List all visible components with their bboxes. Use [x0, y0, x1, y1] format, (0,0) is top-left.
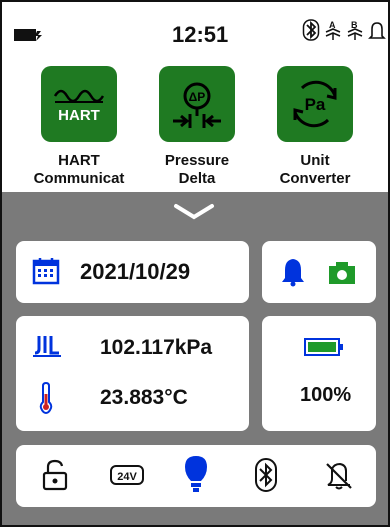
bluetooth-icon — [302, 19, 320, 41]
camera-icon[interactable] — [328, 261, 356, 285]
battery-full-icon — [304, 338, 343, 356]
thermometer-icon — [39, 382, 53, 414]
svg-text:24V: 24V — [117, 471, 137, 483]
device-screen: 12:51 A B HART HART Communicat ΔP Pressu… — [0, 0, 390, 527]
unit-tile-text: Pa — [305, 95, 326, 114]
pressure-delta-icon: ΔP — [173, 82, 221, 128]
hart-wave-icon: HART — [53, 89, 105, 124]
alert-card[interactable] — [262, 241, 376, 303]
battery-card: 100% — [262, 316, 376, 431]
date-value: 2021/10/29 — [80, 259, 191, 284]
pressure-icon — [33, 336, 61, 357]
status-time: 12:51 — [172, 22, 229, 47]
unit-converter-app-tile[interactable]: Pa — [277, 66, 353, 142]
battery-charging-icon — [14, 29, 42, 41]
app-pressure-delta[interactable]: ΔP Pressure Delta — [151, 66, 243, 188]
status-icons: A B — [302, 18, 386, 42]
flashlight-icon[interactable] — [184, 455, 208, 495]
unit-converter-icon: Pa — [293, 80, 337, 128]
app-label: HART Communicat — [33, 152, 125, 187]
24v-icon[interactable]: 24V — [110, 464, 144, 486]
calendar-icon — [32, 258, 60, 285]
status-bar: 12:51 A B — [2, 2, 388, 62]
app-label: Unit Converter — [279, 152, 351, 187]
measurement-card[interactable]: 102.117kPa 23.883°C — [16, 316, 249, 431]
pressure-tile-text: ΔP — [189, 90, 206, 104]
mute-icon[interactable] — [324, 461, 354, 491]
hart-app-tile[interactable]: HART — [41, 66, 117, 142]
date-card[interactable]: 2021/10/29 — [16, 241, 249, 303]
chevron-down-icon[interactable] — [172, 202, 216, 222]
app-hart-communicator[interactable]: HART HART Communicat — [33, 66, 125, 188]
pressure-app-tile[interactable]: ΔP — [159, 66, 235, 142]
controls-card: 24V — [16, 445, 376, 507]
battery-percent: 100% — [300, 384, 352, 406]
hart-tile-text: HART — [58, 107, 100, 124]
notification-bell-icon — [368, 22, 386, 39]
hart-b-icon: B — [347, 20, 363, 40]
app-label: Pressure Delta — [164, 152, 230, 187]
bluetooth-icon[interactable] — [254, 457, 278, 493]
app-unit-converter[interactable]: Pa Unit Converter — [269, 66, 361, 188]
hart-a-icon: A — [325, 20, 341, 40]
pull-down-panel: 2021/10/29 102.117kPa 23.883°C 100% 24V — [2, 192, 388, 525]
bell-icon[interactable] — [280, 257, 306, 287]
lock-icon[interactable] — [42, 459, 68, 491]
temperature-value: 23.883°C — [100, 386, 188, 409]
pressure-value: 102.117kPa — [100, 336, 213, 359]
